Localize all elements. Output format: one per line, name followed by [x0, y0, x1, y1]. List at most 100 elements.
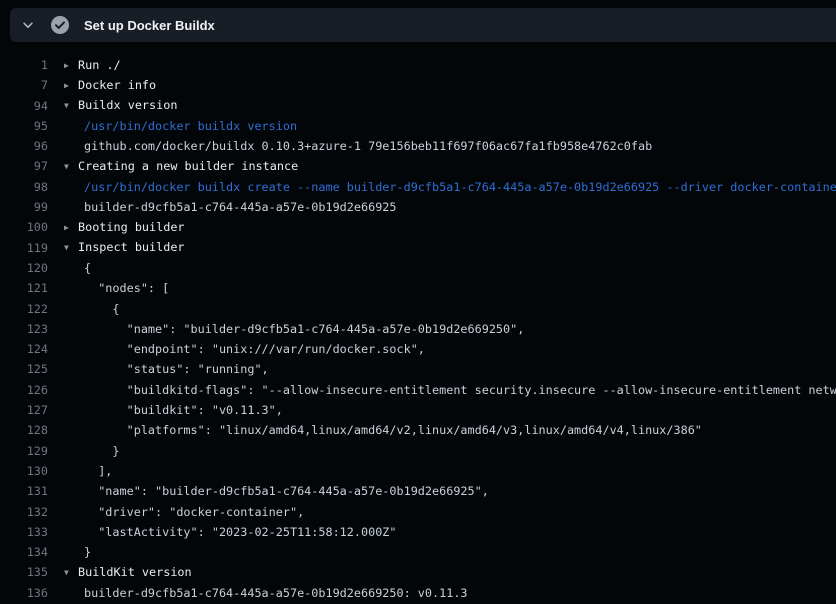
log-output-text: {	[64, 299, 120, 319]
log-line: 129 }	[0, 441, 836, 461]
line-number[interactable]: 134	[0, 542, 48, 562]
log-group-title: Buildx version	[78, 98, 177, 112]
log-line: 131 "name": "builder-d9cfb5a1-c764-445a-…	[0, 481, 836, 501]
log-group-title: Creating a new builder instance	[78, 159, 298, 173]
line-number[interactable]: 126	[0, 380, 48, 400]
log-line: 97 ▼Creating a new builder instance	[0, 156, 836, 176]
log-output-text: {	[64, 258, 91, 278]
log-group-title: Docker info	[78, 78, 156, 92]
log-line: 135 ▼BuildKit version	[0, 562, 836, 582]
line-number[interactable]: 132	[0, 502, 48, 522]
triangle-right-icon: ▶	[64, 218, 78, 238]
log-output-text: "endpoint": "unix:///var/run/docker.sock…	[64, 339, 425, 359]
log-output-text: "name": "builder-d9cfb5a1-c764-445a-a57e…	[64, 319, 524, 339]
chevron-down-icon[interactable]	[20, 17, 36, 33]
log-output-text: }	[64, 441, 120, 461]
line-number[interactable]: 100	[0, 217, 48, 237]
line-number[interactable]: 98	[0, 177, 48, 197]
log-output-text: ],	[64, 461, 112, 481]
line-number[interactable]: 94	[0, 96, 48, 116]
log-line: 122 {	[0, 299, 836, 319]
line-number[interactable]: 133	[0, 522, 48, 542]
log-output-text: github.com/docker/buildx 0.10.3+azure-1 …	[64, 136, 652, 156]
line-number[interactable]: 119	[0, 238, 48, 258]
line-number[interactable]: 122	[0, 299, 48, 319]
triangle-right-icon: ▶	[64, 76, 78, 96]
log-group-title: Inspect builder	[78, 240, 185, 254]
log-output-text: "nodes": [	[64, 278, 169, 298]
log-output-text: builder-d9cfb5a1-c764-445a-a57e-0b19d2e6…	[64, 197, 397, 217]
line-number[interactable]: 130	[0, 461, 48, 481]
log-output-text: builder-d9cfb5a1-c764-445a-a57e-0b19d2e6…	[64, 583, 468, 603]
log-group-header[interactable]: ▼Buildx version	[64, 95, 177, 116]
log-line: 100 ▶Booting builder	[0, 217, 836, 237]
log-line: 99 builder-d9cfb5a1-c764-445a-a57e-0b19d2…	[0, 197, 836, 217]
line-number[interactable]: 124	[0, 339, 48, 359]
log-line: 128 "platforms": "linux/amd64,linux/amd6…	[0, 420, 836, 440]
log-line: 130 ],	[0, 461, 836, 481]
log-line: 133 "lastActivity": "2023-02-25T11:58:12…	[0, 522, 836, 542]
log-group-header[interactable]: ▼BuildKit version	[64, 562, 192, 583]
log-line: 96 github.com/docker/buildx 0.10.3+azure-…	[0, 136, 836, 156]
log-line: 120 {	[0, 258, 836, 278]
log-group-header[interactable]: ▶Docker info	[64, 75, 156, 96]
log-group-header[interactable]: ▶Booting builder	[64, 217, 185, 238]
log-line: 119 ▼Inspect builder	[0, 238, 836, 258]
log-output-text: }	[64, 542, 91, 562]
log-line: 1 ▶Run ./	[0, 55, 836, 75]
log-command-text: /usr/bin/docker buildx create --name bui…	[64, 177, 836, 197]
line-number[interactable]: 125	[0, 359, 48, 379]
line-number[interactable]: 95	[0, 116, 48, 136]
log-output-text: "lastActivity": "2023-02-25T11:58:12.000…	[64, 522, 397, 542]
log-line: 136 builder-d9cfb5a1-c764-445a-a57e-0b19d…	[0, 583, 836, 603]
triangle-down-icon: ▼	[64, 563, 78, 583]
line-number[interactable]: 131	[0, 481, 48, 501]
log-line: 98/usr/bin/docker buildx create --name b…	[0, 177, 836, 197]
log-line: 127 "buildkit": "v0.11.3",	[0, 400, 836, 420]
line-number[interactable]: 123	[0, 319, 48, 339]
line-number[interactable]: 120	[0, 258, 48, 278]
log-line: 121 "nodes": [	[0, 278, 836, 298]
log-group-header[interactable]: ▶Run ./	[64, 55, 121, 76]
log-group-header[interactable]: ▼Inspect builder	[64, 237, 185, 258]
step-header-set-up-docker-buildx[interactable]: Set up Docker Buildx	[10, 8, 836, 42]
log-line: 125 "status": "running",	[0, 359, 836, 379]
log-output-text: "platforms": "linux/amd64,linux/amd64/v2…	[64, 420, 702, 440]
log-line: 126 "buildkitd-flags": "--allow-insecure…	[0, 380, 836, 400]
line-number[interactable]: 128	[0, 420, 48, 440]
log-viewer: 1▶Run ./7▶Docker info94▼Buildx version95…	[0, 42, 836, 604]
log-group-header[interactable]: ▼Creating a new builder instance	[64, 156, 298, 177]
line-number[interactable]: 96	[0, 136, 48, 156]
line-number[interactable]: 1	[0, 55, 48, 75]
triangle-down-icon: ▼	[64, 96, 78, 116]
log-command-text: /usr/bin/docker buildx version	[64, 116, 297, 136]
log-line: 123 "name": "builder-d9cfb5a1-c764-445a-…	[0, 319, 836, 339]
log-line: 132 "driver": "docker-container",	[0, 502, 836, 522]
line-number[interactable]: 129	[0, 441, 48, 461]
check-circle-icon	[50, 15, 70, 35]
log-output-text: "buildkitd-flags": "--allow-insecure-ent…	[64, 380, 836, 400]
log-line: 134}	[0, 542, 836, 562]
log-line: 124 "endpoint": "unix:///var/run/docker.…	[0, 339, 836, 359]
line-number[interactable]: 127	[0, 400, 48, 420]
line-number[interactable]: 97	[0, 156, 48, 176]
log-line: 95/usr/bin/docker buildx version	[0, 116, 836, 136]
log-line: 94 ▼Buildx version	[0, 96, 836, 116]
log-output-text: "status": "running",	[64, 359, 269, 379]
line-number[interactable]: 7	[0, 75, 48, 95]
line-number[interactable]: 121	[0, 278, 48, 298]
line-number[interactable]: 135	[0, 562, 48, 582]
log-group-title: Booting builder	[78, 220, 185, 234]
triangle-down-icon: ▼	[64, 157, 78, 177]
log-output-text: "buildkit": "v0.11.3",	[64, 400, 283, 420]
log-output-text: "name": "builder-d9cfb5a1-c764-445a-a57e…	[64, 481, 489, 501]
line-number[interactable]: 99	[0, 197, 48, 217]
line-number[interactable]: 136	[0, 583, 48, 603]
log-group-title: Run ./	[78, 58, 121, 72]
step-title: Set up Docker Buildx	[84, 18, 215, 33]
triangle-right-icon: ▶	[64, 56, 78, 76]
log-output-text: "driver": "docker-container",	[64, 502, 304, 522]
triangle-down-icon: ▼	[64, 238, 78, 258]
log-line: 7 ▶Docker info	[0, 75, 836, 95]
log-group-title: BuildKit version	[78, 565, 192, 579]
